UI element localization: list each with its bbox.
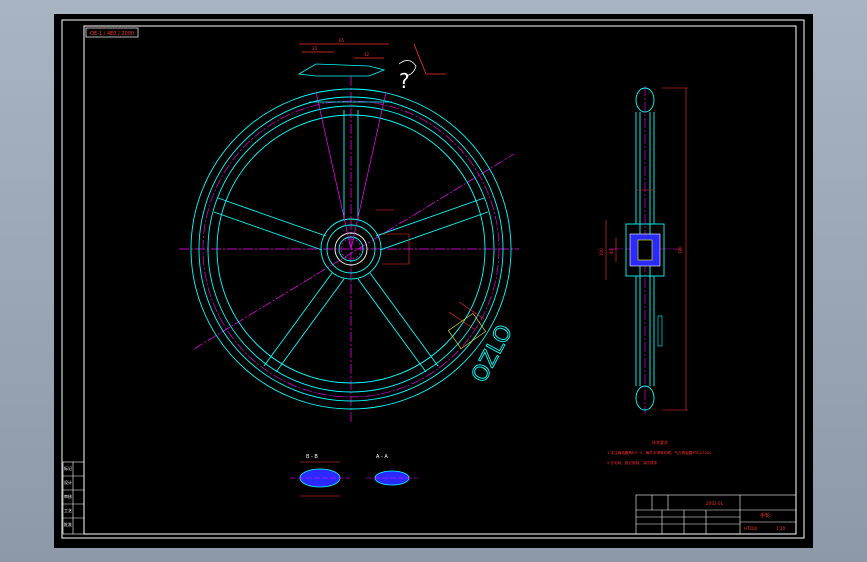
rim-section-detail — [297, 43, 446, 77]
dim-side-hub: 100 — [599, 248, 604, 256]
note-title: 技术要求 — [652, 439, 668, 445]
title-block-material: HT200 — [744, 526, 758, 531]
title-block-code: ZX02-01 — [706, 501, 724, 506]
inner-frame — [83, 25, 797, 535]
wheel-front-view: OZLO — [179, 76, 519, 424]
left-table-row-1: 设计 — [64, 479, 72, 485]
section-aa — [366, 470, 418, 486]
cad-viewport[interactable]: OE-1 / 4E0 / 2000 标记 设计 审核 工艺 批准 OZLO 65… — [54, 14, 813, 548]
wheel-side-view — [605, 86, 688, 414]
note-line-2: 2.去毛刺、锐边倒钝，涂防锈漆 — [607, 460, 658, 465]
dim-side-total: 780 — [678, 246, 683, 254]
section-bb-label: B - B — [306, 454, 318, 460]
section-bb — [290, 461, 350, 497]
section-aa-label: A - A — [376, 454, 388, 460]
handwheel-drawing: OE-1 / 4E0 / 2000 标记 设计 审核 工艺 批准 OZLO 65… — [61, 19, 805, 539]
question-mark: ? — [399, 69, 410, 93]
left-table-row-2: 审核 — [64, 493, 72, 499]
left-table-row-4: 批准 — [64, 521, 72, 527]
note-line-1: 1.未注铸造圆角R3~5，铸件不得有砂眼、气孔等缺陷 — [607, 450, 693, 455]
title-block-scale: 1:20 — [776, 526, 785, 531]
note-right: TYPE1/2000 — [689, 451, 712, 455]
dim-side-bore: 40 — [609, 248, 614, 254]
title-block-part-name: 手轮 — [760, 512, 770, 519]
title-tag: OE-1 / 4E0 / 2000 — [90, 31, 134, 37]
dim-top-1: 65 — [339, 38, 345, 43]
dim-top-3: 12 — [364, 52, 370, 57]
left-table-row-0: 标记 — [64, 465, 72, 471]
left-table-row-3: 工艺 — [64, 508, 72, 513]
outer-frame — [61, 19, 805, 539]
hub-text: OZLO — [467, 321, 518, 387]
dim-top-2: 20 — [312, 46, 318, 51]
